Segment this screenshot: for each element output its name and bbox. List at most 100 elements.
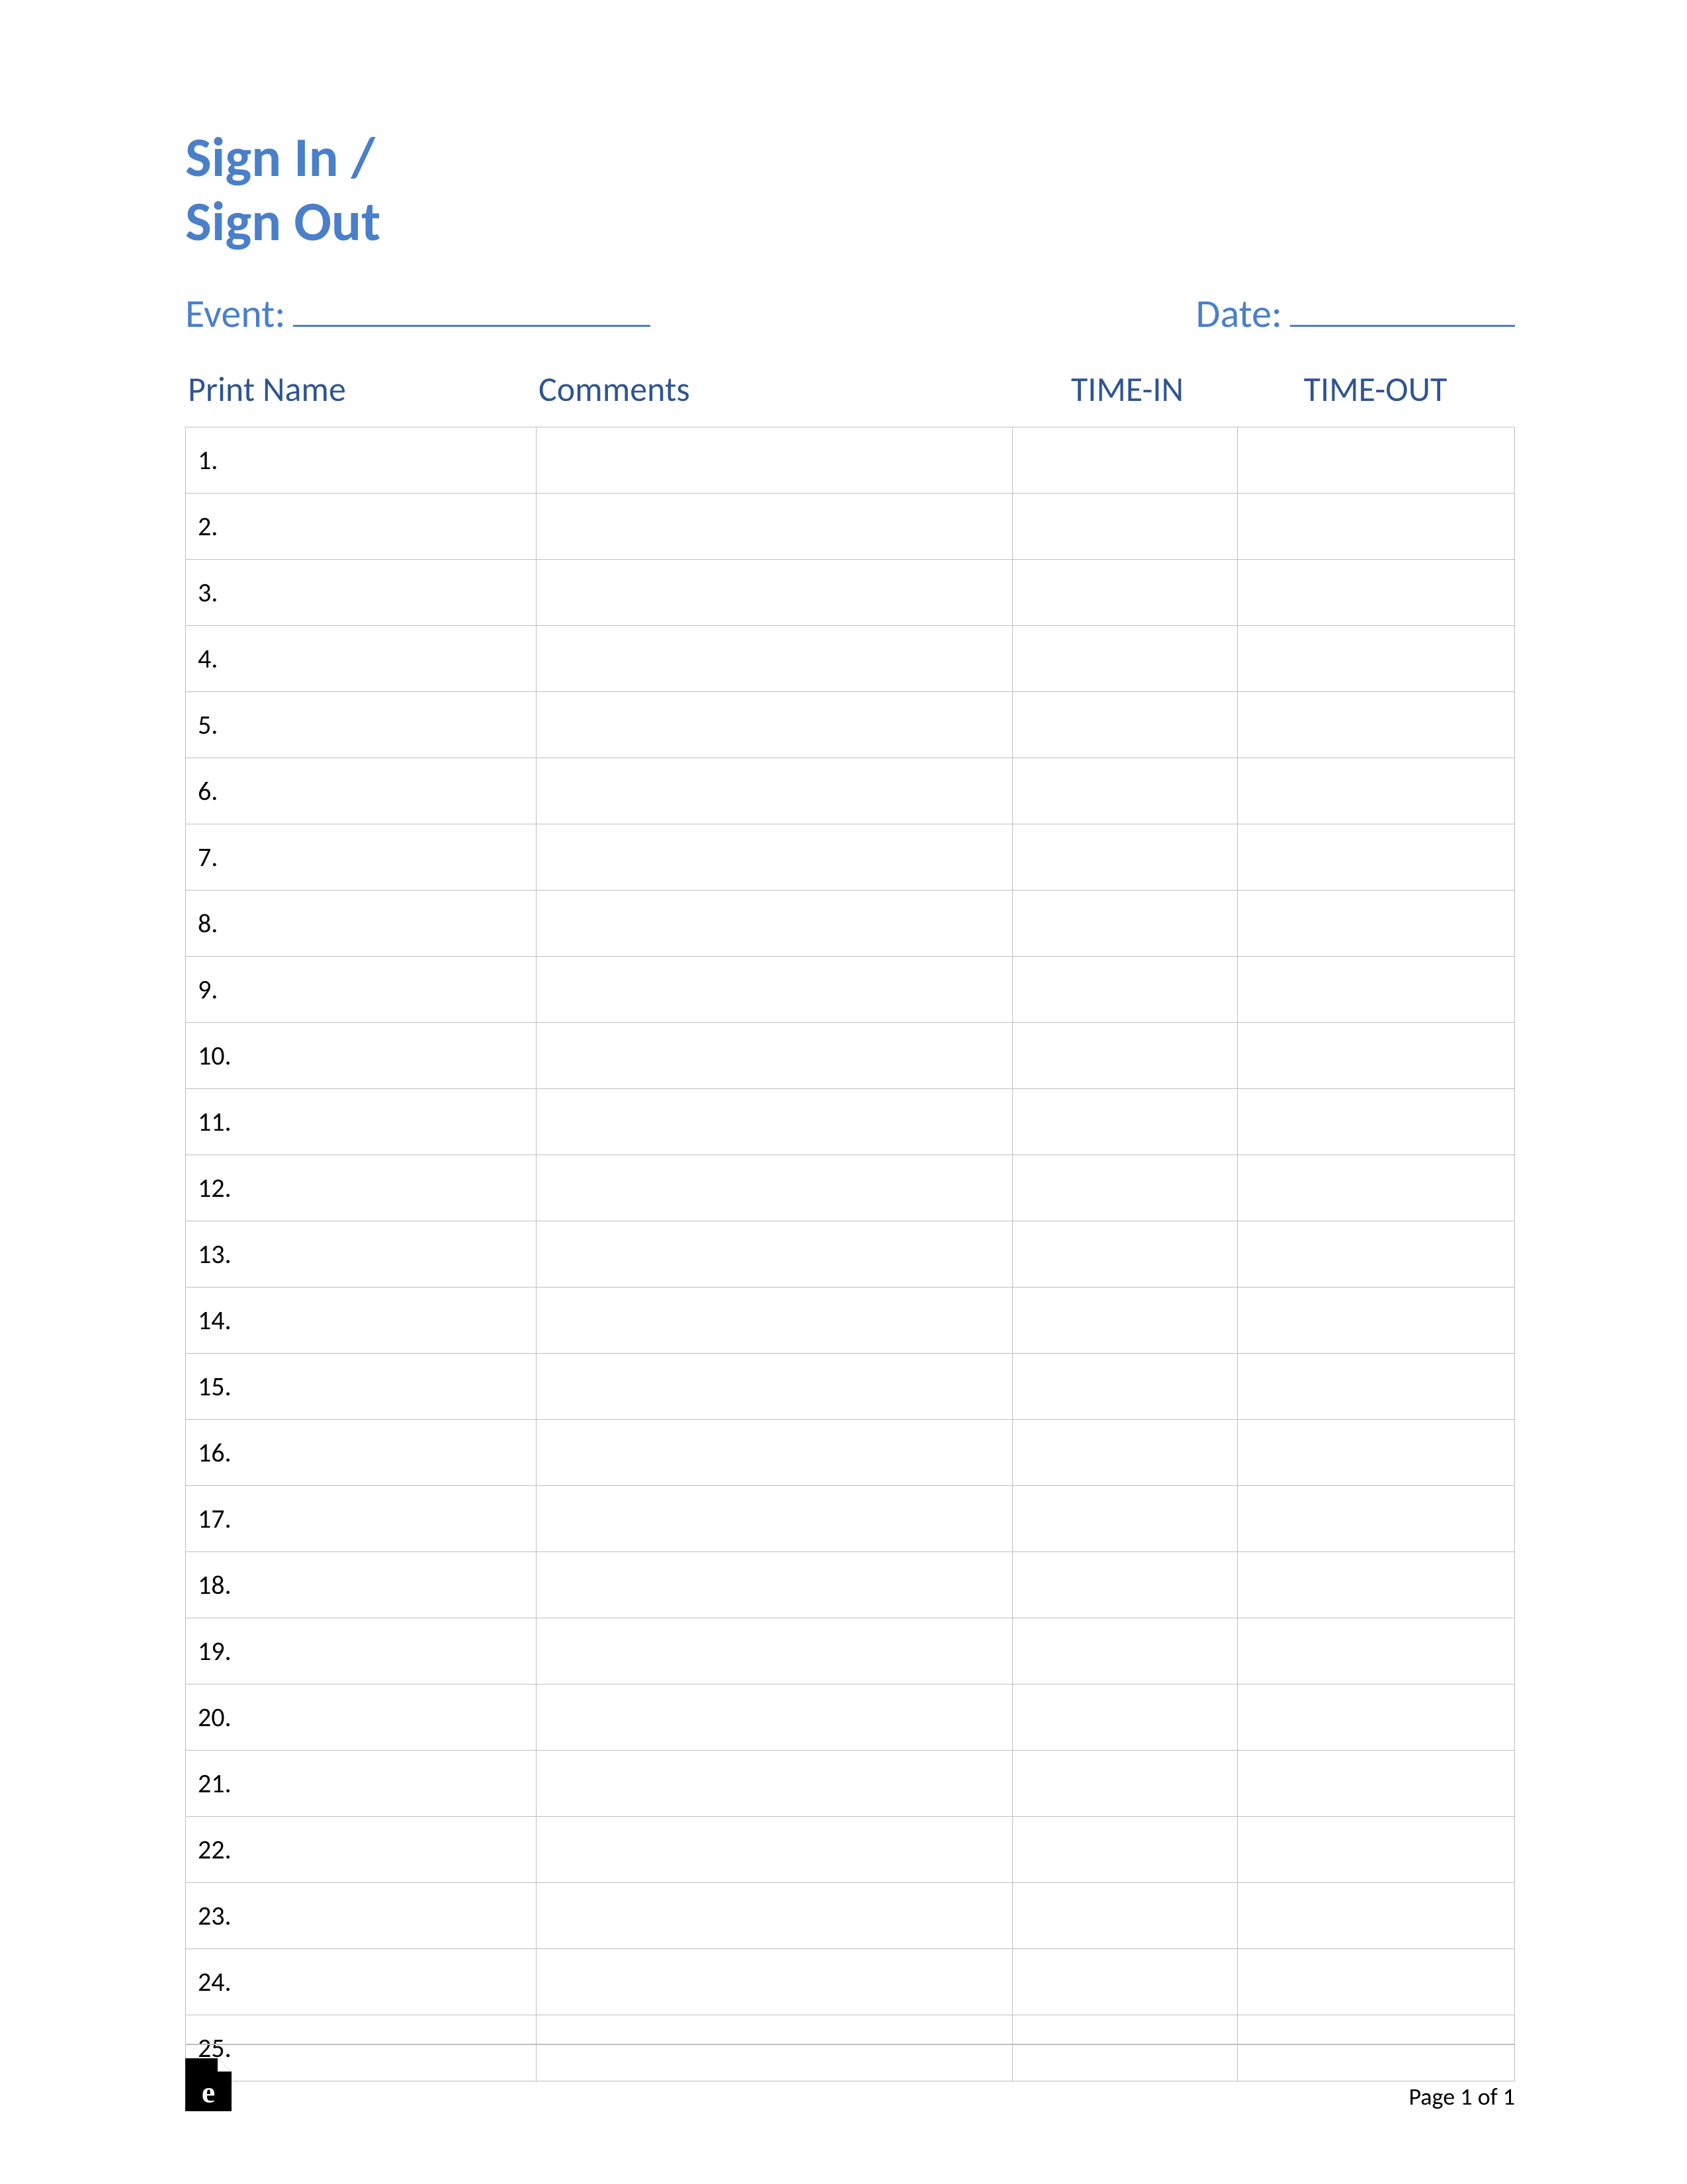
cell-comments[interactable]	[537, 427, 1013, 494]
cell-time-out[interactable]	[1238, 957, 1515, 1023]
cell-time-out[interactable]	[1238, 1618, 1515, 1684]
cell-comments[interactable]	[537, 1883, 1013, 1949]
cell-time-out[interactable]	[1238, 1288, 1515, 1354]
cell-time-in[interactable]	[1013, 824, 1238, 891]
cell-time-out[interactable]	[1238, 560, 1515, 626]
cell-comments[interactable]	[537, 1486, 1013, 1552]
cell-print-name[interactable]: 2.	[186, 494, 537, 560]
cell-print-name[interactable]: 5.	[186, 692, 537, 758]
cell-time-out[interactable]	[1238, 1817, 1515, 1883]
cell-comments[interactable]	[537, 560, 1013, 626]
cell-time-in[interactable]	[1013, 1751, 1238, 1817]
cell-time-out[interactable]	[1238, 427, 1515, 494]
cell-comments[interactable]	[537, 1552, 1013, 1618]
cell-time-out[interactable]	[1238, 1354, 1515, 1420]
cell-print-name[interactable]: 14.	[186, 1288, 537, 1354]
cell-time-in[interactable]	[1013, 1618, 1238, 1684]
cell-comments[interactable]	[537, 1288, 1013, 1354]
cell-print-name[interactable]: 6.	[186, 758, 537, 824]
cell-time-in[interactable]	[1013, 1817, 1238, 1883]
cell-time-out[interactable]	[1238, 1089, 1515, 1155]
cell-comments[interactable]	[537, 758, 1013, 824]
cell-print-name[interactable]: 4.	[186, 626, 537, 692]
column-headers: Print Name Comments TIME-IN TIME-OUT	[185, 368, 1515, 410]
cell-time-in[interactable]	[1013, 626, 1238, 692]
cell-time-in[interactable]	[1013, 494, 1238, 560]
cell-time-out[interactable]	[1238, 1552, 1515, 1618]
cell-print-name[interactable]: 20.	[186, 1684, 537, 1751]
cell-print-name[interactable]: 16.	[186, 1420, 537, 1486]
cell-time-out[interactable]	[1238, 494, 1515, 560]
cell-comments[interactable]	[537, 1618, 1013, 1684]
cell-print-name[interactable]: 8.	[186, 891, 537, 957]
cell-time-out[interactable]	[1238, 1751, 1515, 1817]
cell-comments[interactable]	[537, 1155, 1013, 1221]
cell-time-in[interactable]	[1013, 427, 1238, 494]
cell-print-name[interactable]: 23.	[186, 1883, 537, 1949]
cell-comments[interactable]	[537, 1817, 1013, 1883]
cell-print-name[interactable]: 3.	[186, 560, 537, 626]
cell-time-in[interactable]	[1013, 1354, 1238, 1420]
cell-time-out[interactable]	[1238, 1221, 1515, 1288]
cell-print-name[interactable]: 13.	[186, 1221, 537, 1288]
date-blank-line[interactable]	[1290, 291, 1515, 327]
cell-print-name[interactable]: 7.	[186, 824, 537, 891]
cell-print-name[interactable]: 22.	[186, 1817, 537, 1883]
cell-print-name[interactable]: 12.	[186, 1155, 537, 1221]
cell-comments[interactable]	[537, 957, 1013, 1023]
cell-print-name[interactable]: 11.	[186, 1089, 537, 1155]
cell-print-name[interactable]: 9.	[186, 957, 537, 1023]
table-row: 3.	[186, 560, 1515, 626]
cell-time-in[interactable]	[1013, 1155, 1238, 1221]
cell-time-in[interactable]	[1013, 1420, 1238, 1486]
cell-time-out[interactable]	[1238, 1486, 1515, 1552]
cell-comments[interactable]	[537, 1420, 1013, 1486]
cell-time-in[interactable]	[1013, 957, 1238, 1023]
cell-print-name[interactable]: 10.	[186, 1023, 537, 1089]
cell-comments[interactable]	[537, 1751, 1013, 1817]
cell-time-out[interactable]	[1238, 1155, 1515, 1221]
cell-print-name[interactable]: 1.	[186, 427, 537, 494]
cell-time-in[interactable]	[1013, 692, 1238, 758]
cell-time-in[interactable]	[1013, 1486, 1238, 1552]
cell-print-name[interactable]: 19.	[186, 1618, 537, 1684]
cell-time-in[interactable]	[1013, 1684, 1238, 1751]
cell-time-out[interactable]	[1238, 692, 1515, 758]
cell-time-in[interactable]	[1013, 1288, 1238, 1354]
cell-comments[interactable]	[537, 692, 1013, 758]
cell-time-out[interactable]	[1238, 1883, 1515, 1949]
cell-comments[interactable]	[537, 626, 1013, 692]
cell-comments[interactable]	[537, 824, 1013, 891]
cell-comments[interactable]	[537, 1949, 1013, 2015]
cell-print-name[interactable]: 21.	[186, 1751, 537, 1817]
cell-comments[interactable]	[537, 494, 1013, 560]
cell-comments[interactable]	[537, 891, 1013, 957]
cell-time-in[interactable]	[1013, 1949, 1238, 2015]
cell-time-out[interactable]	[1238, 1023, 1515, 1089]
cell-print-name[interactable]: 18.	[186, 1552, 537, 1618]
cell-time-out[interactable]	[1238, 626, 1515, 692]
cell-time-out[interactable]	[1238, 891, 1515, 957]
cell-time-in[interactable]	[1013, 1883, 1238, 1949]
cell-print-name[interactable]: 17.	[186, 1486, 537, 1552]
cell-time-in[interactable]	[1013, 560, 1238, 626]
cell-print-name[interactable]: 24.	[186, 1949, 537, 2015]
cell-print-name[interactable]: 15.	[186, 1354, 537, 1420]
cell-comments[interactable]	[537, 1354, 1013, 1420]
cell-time-out[interactable]	[1238, 1420, 1515, 1486]
cell-time-in[interactable]	[1013, 1023, 1238, 1089]
cell-comments[interactable]	[537, 1023, 1013, 1089]
cell-time-in[interactable]	[1013, 891, 1238, 957]
cell-time-in[interactable]	[1013, 1089, 1238, 1155]
cell-comments[interactable]	[537, 1089, 1013, 1155]
cell-time-in[interactable]	[1013, 1552, 1238, 1618]
cell-time-out[interactable]	[1238, 758, 1515, 824]
cell-time-out[interactable]	[1238, 824, 1515, 891]
cell-comments[interactable]	[537, 1221, 1013, 1288]
event-blank-line[interactable]	[293, 291, 650, 327]
cell-time-in[interactable]	[1013, 758, 1238, 824]
cell-time-out[interactable]	[1238, 1684, 1515, 1751]
cell-comments[interactable]	[537, 1684, 1013, 1751]
cell-time-in[interactable]	[1013, 1221, 1238, 1288]
cell-time-out[interactable]	[1238, 1949, 1515, 2015]
